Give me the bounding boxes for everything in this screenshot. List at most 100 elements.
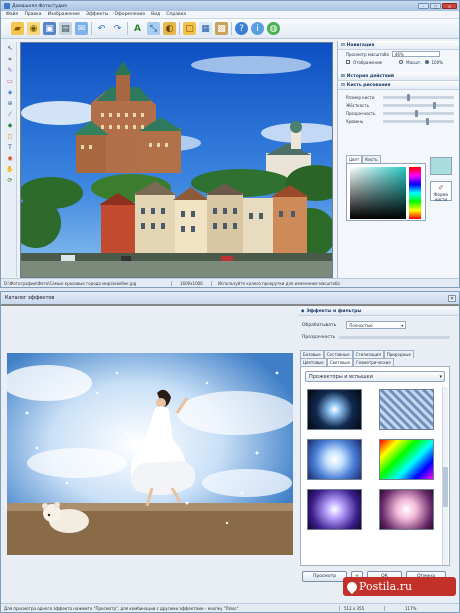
hue-bar[interactable] xyxy=(409,167,421,219)
shape-tool-icon[interactable]: ◻ xyxy=(6,132,15,141)
minimize-button[interactable]: – xyxy=(418,3,429,9)
saturation-box[interactable] xyxy=(350,167,406,219)
transparency-slider[interactable] xyxy=(339,336,450,339)
status-hint: Используйте колесо прокрутки для изменен… xyxy=(211,280,340,286)
history-title: История действий xyxy=(346,73,395,79)
transparency-row: Прозрачность xyxy=(302,335,456,340)
help-icon[interactable]: ? xyxy=(235,22,248,35)
close-button[interactable]: ✕ xyxy=(442,3,457,9)
menu-effects[interactable]: Эффекты xyxy=(86,12,109,17)
hand-tool-icon[interactable]: ✋ xyxy=(6,165,15,174)
fit-radio[interactable] xyxy=(399,60,404,64)
menu-design[interactable]: Оформление xyxy=(114,12,145,17)
effects-scrollbar[interactable] xyxy=(442,387,448,565)
navigation-header[interactable]: ⊟ Навигация xyxy=(338,41,459,50)
menu-file[interactable]: Файл xyxy=(6,12,18,17)
menu-image[interactable]: Изображение xyxy=(48,12,80,17)
scrollbar-thumb[interactable] xyxy=(443,467,448,507)
fill-tool-icon[interactable]: ◆ xyxy=(6,121,15,130)
zoom-tool-icon[interactable]: ⊕ xyxy=(6,99,15,108)
process-select[interactable]: Полностью ▾ xyxy=(346,321,407,329)
web-icon[interactable]: ◍ xyxy=(267,22,280,35)
maximize-button[interactable]: □ xyxy=(430,3,441,9)
effect-thumb-rainbow[interactable] xyxy=(379,439,434,480)
preview-label: Просмотр xyxy=(312,574,337,579)
effects-icon: ◆ xyxy=(301,308,305,314)
zoom100-radio[interactable] xyxy=(424,60,429,64)
resize-icon[interactable]: ⤡ xyxy=(147,22,160,35)
print-icon[interactable]: ▤ xyxy=(59,22,72,35)
effect-thumb-glow[interactable] xyxy=(307,439,362,480)
slider-thumb[interactable] xyxy=(432,101,436,109)
eraser-tool-icon[interactable]: ▭ xyxy=(6,77,15,86)
process-row: Обрабатывать Полностью ▾ xyxy=(302,321,407,329)
brush-level-slider[interactable] xyxy=(383,117,454,125)
slider-thumb[interactable] xyxy=(414,109,418,117)
tab-geometric[interactable]: Геометрические xyxy=(353,358,394,366)
brush-size-slider[interactable] xyxy=(383,93,454,101)
zoom-label: Просмотр масштаба xyxy=(346,51,389,57)
tab-color[interactable]: Цветовые xyxy=(300,358,327,366)
menu-help[interactable]: Справка xyxy=(166,12,186,17)
tab-color[interactable]: Цвет xyxy=(346,155,363,163)
photo-canvas[interactable] xyxy=(20,42,333,278)
effect-thumb-spotlight[interactable] xyxy=(307,389,362,430)
color-picker[interactable] xyxy=(346,163,426,221)
slider-thumb[interactable] xyxy=(425,117,429,125)
tab-natural[interactable]: Природные xyxy=(383,350,414,358)
catalog-close-button[interactable]: ✕ xyxy=(448,294,456,302)
tab-composite[interactable]: Составные xyxy=(323,350,353,358)
brush-shape-label: Форма кисти xyxy=(434,192,448,202)
brush-tool-icon[interactable]: ✎ xyxy=(6,66,15,75)
brush-transparency-slider[interactable] xyxy=(383,109,454,117)
menu-bar: Файл Правка Изображение Эффекты Оформлен… xyxy=(1,11,459,19)
color-icon[interactable]: ◐ xyxy=(163,22,176,35)
brush-hardness-slider[interactable] xyxy=(383,101,454,109)
save-icon[interactable]: ▣ xyxy=(43,22,56,35)
collapse-icon: ⊟ xyxy=(341,82,345,88)
undo-icon[interactable]: ↶ xyxy=(95,22,108,35)
fit-checkbox[interactable] xyxy=(346,60,350,64)
frame-icon[interactable]: ▢ xyxy=(183,22,196,35)
brush-shape-button[interactable]: ✐ Форма кисти xyxy=(430,181,452,202)
info-icon[interactable]: i xyxy=(251,22,264,35)
open-folder-icon[interactable]: ▰ xyxy=(11,22,24,35)
brush-header[interactable]: ⊟ Кисть рисования xyxy=(338,81,459,90)
rotate-tool-icon[interactable]: ⟳ xyxy=(6,176,15,185)
preview-button[interactable]: Просмотр xyxy=(302,571,347,582)
effect-thumb-purple-light[interactable] xyxy=(307,489,362,530)
menu-view[interactable]: Вид xyxy=(151,12,160,17)
tab-basic[interactable]: Базовые xyxy=(300,350,324,358)
side-panel: ⊟ Навигация Просмотр масштаба 46% Отображ… xyxy=(337,41,459,279)
tab-brush[interactable]: Кисть xyxy=(362,155,381,163)
zoom-row: Просмотр масштаба 46% xyxy=(338,50,459,58)
collapse-icon: ⊟ xyxy=(341,42,345,48)
calendar-icon[interactable]: ▦ xyxy=(199,22,212,35)
redo-icon[interactable]: ↷ xyxy=(111,22,124,35)
slider-thumb[interactable] xyxy=(407,93,411,101)
effect-thumb-rays[interactable] xyxy=(379,389,434,430)
clone-tool-icon[interactable]: ◈ xyxy=(6,88,15,97)
zoom100-label: 100% xyxy=(431,59,443,65)
effect-thumb-pink-glow[interactable] xyxy=(379,489,434,530)
category-select[interactable]: Прожекторы и вспышки ▾ xyxy=(305,371,445,382)
select-tool-icon[interactable]: ↖ xyxy=(6,44,15,53)
crop-tool-icon[interactable]: ⌗ xyxy=(6,55,15,64)
text-icon[interactable]: A xyxy=(131,22,144,35)
zoom-select[interactable]: 46% xyxy=(391,51,440,57)
eyedropper-tool-icon[interactable]: ⁄ xyxy=(6,110,15,119)
brush-level-label: Уровень xyxy=(346,118,364,124)
effects-list-container: Прожекторы и вспышки ▾ xyxy=(300,366,450,566)
text-tool-icon[interactable]: T xyxy=(6,143,15,152)
collage-icon[interactable]: ▩ xyxy=(215,22,228,35)
red-eye-tool-icon[interactable]: ◉ xyxy=(6,154,15,163)
email-icon[interactable]: ✉ xyxy=(75,22,88,35)
tab-stylization[interactable]: Стилизация xyxy=(352,350,384,358)
effects-thumbnails xyxy=(307,389,434,530)
gallery-icon[interactable]: ◉ xyxy=(27,22,40,35)
history-header[interactable]: ⊞ История действий xyxy=(338,72,459,81)
tab-light[interactable]: Световые xyxy=(326,358,354,366)
brush-level-row: Уровень xyxy=(338,117,459,125)
fit-label: Отображение xyxy=(353,59,383,65)
menu-edit[interactable]: Правка xyxy=(24,12,41,17)
